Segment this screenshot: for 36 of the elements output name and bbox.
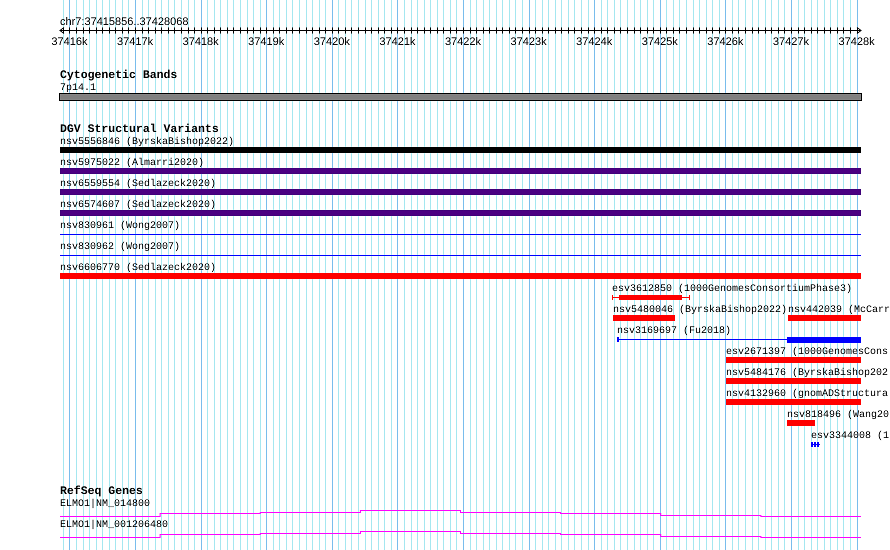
- feature-label: nsv5556846 (ByrskaBishop2022): [60, 137, 234, 148]
- feature-label: nsv442039 (McCarr: [788, 305, 890, 316]
- feature-label: esv3344008 (1: [811, 431, 890, 442]
- feature-label: nsv5484176 (ByrskaBishop202: [726, 368, 888, 379]
- feature-label: nsv3169697 (Fu2018): [617, 326, 732, 337]
- tick-label: 37421k: [379, 36, 416, 48]
- tick-label: 37423k: [510, 36, 547, 48]
- tick-label: 37424k: [576, 36, 612, 48]
- feature-label: nsv818496 (Wang20: [787, 410, 890, 421]
- feature-label: nsv4132960 (gnomADStructura: [726, 389, 888, 400]
- tick-label: 37419k: [248, 36, 284, 48]
- tick-label: 37417k: [117, 36, 154, 48]
- tick-label: 37426k: [707, 36, 744, 48]
- feature-label: nsv830962 (Wong2007): [60, 242, 180, 253]
- track-title: Cytogenetic Bands: [60, 69, 178, 82]
- feature-label: esv3612850 (1000GenomesConsortiumPhase3): [612, 284, 852, 295]
- feature-label: esv2671397 (1000GenomesCons: [726, 347, 888, 358]
- tick-label: 37420k: [314, 36, 350, 48]
- feature-label: 7p14.1: [60, 83, 96, 94]
- track-title: DGV Structural Variants: [60, 123, 219, 136]
- tick-label: 37422k: [444, 36, 482, 48]
- feature-label: nsv5975022 (Almarri2020): [60, 158, 204, 169]
- tick-label: 37416k: [51, 36, 88, 48]
- feature-label: nsv6574607 (Sedlazeck2020): [60, 200, 216, 211]
- locus-label: chr7:37415856..37428068: [60, 16, 188, 28]
- tick-label: 37427k: [772, 36, 809, 48]
- feature-label: ELMO1|NM_014800: [60, 499, 150, 510]
- feature-label: nsv5480046 (ByrskaBishop2022): [613, 305, 788, 316]
- tick-label: 37418k: [182, 36, 219, 48]
- feature-label: nsv830961 (Wong2007): [60, 221, 180, 232]
- feature-label: ELMO1|NM_001206480: [60, 520, 168, 531]
- tick-label: 37428k: [838, 36, 875, 48]
- feature-label: nsv6606770 (Sedlazeck2020): [60, 263, 216, 274]
- feature-label: nsv6559554 (Sedlazeck2020): [60, 179, 216, 190]
- track-title: RefSeq Genes: [60, 485, 143, 498]
- tick-label: 37425k: [642, 36, 678, 48]
